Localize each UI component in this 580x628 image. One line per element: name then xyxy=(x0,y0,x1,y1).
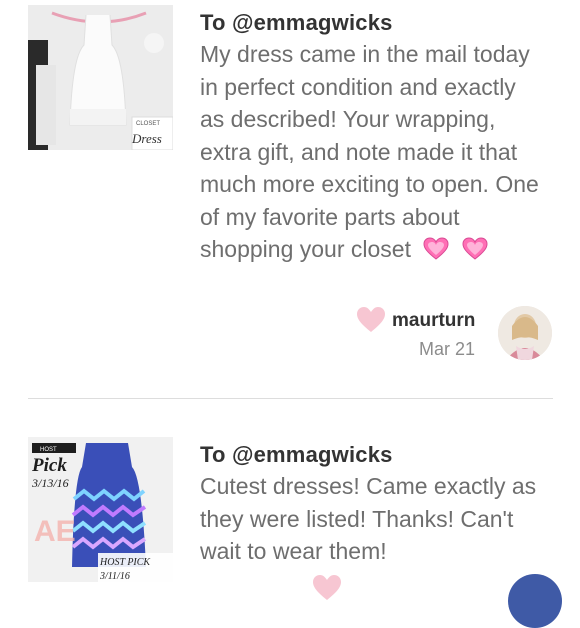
divider xyxy=(28,398,553,399)
review-card: CLOSET Dress To @emmagwicks My dress cam… xyxy=(0,0,580,399)
thumb-host-pick-date: 3/11/16 xyxy=(99,571,130,582)
avatar[interactable] xyxy=(498,306,552,360)
review-recipient[interactable]: To @emmagwicks xyxy=(200,10,393,36)
review-body: Cutest dresses! Came exactly as they wer… xyxy=(200,473,537,564)
thumb-host-pick-label: HOST PICK xyxy=(99,557,151,568)
thumb-pick-label: Pick xyxy=(31,455,67,476)
listing-thumbnail[interactable]: HOST Pick 3/13/16 AE HOST PICK 3/11/16 xyxy=(28,437,173,582)
thumb-date-label: 3/13/16 xyxy=(31,476,69,490)
listing-thumbnail[interactable]: CLOSET Dress xyxy=(28,5,173,150)
avatar[interactable] xyxy=(508,574,562,628)
review-body: My dress came in the mail today in perfe… xyxy=(200,41,539,262)
review-text: My dress came in the mail today in perfe… xyxy=(200,38,545,266)
review-date: Mar 21 xyxy=(419,339,476,359)
review-text: Cutest dresses! Came exactly as they wer… xyxy=(200,470,545,568)
emoji-hearts xyxy=(417,236,488,262)
thumb-host-label: HOST xyxy=(40,447,57,453)
dress-photo: CLOSET Dress xyxy=(28,5,173,150)
review-recipient[interactable]: To @emmagwicks xyxy=(200,442,393,468)
review-card: HOST Pick 3/13/16 AE HOST PICK 3/11/16 T… xyxy=(0,430,580,628)
thumb-dress-label: Dress xyxy=(131,131,162,146)
reviewer-username[interactable]: maurturn xyxy=(392,310,475,332)
heart-icon[interactable] xyxy=(312,574,342,601)
heart-icon[interactable] xyxy=(356,306,386,333)
sparkling-heart-icon xyxy=(462,237,488,260)
dress-photo: HOST Pick 3/13/16 AE HOST PICK 3/11/16 xyxy=(28,437,173,582)
svg-text:AE: AE xyxy=(34,515,76,548)
sparkling-heart-icon xyxy=(423,237,449,260)
avatar-photo xyxy=(498,306,552,360)
svg-text:CLOSET: CLOSET xyxy=(136,121,160,127)
